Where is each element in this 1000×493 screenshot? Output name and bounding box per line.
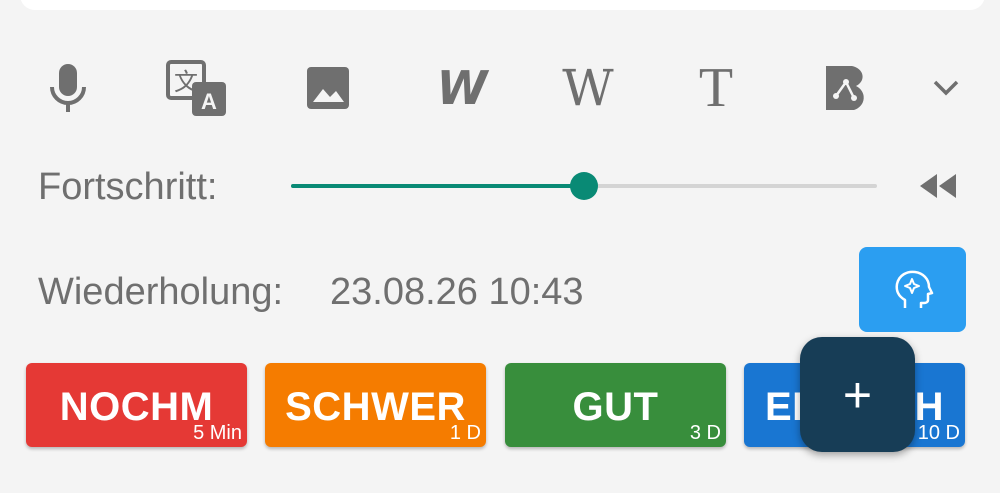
progress-slider-thumb[interactable]: [570, 172, 598, 200]
svg-text:A: A: [201, 89, 217, 114]
add-card-fab[interactable]: +: [800, 337, 915, 452]
wikipedia-glyph: W: [562, 59, 614, 117]
progress-label: Fortschritt:: [38, 166, 218, 208]
microphone-icon[interactable]: [33, 55, 103, 121]
text-glyph: T: [698, 57, 734, 119]
plus-icon: +: [842, 366, 873, 423]
again-interval: 5 Min: [193, 422, 242, 444]
review-label: Wiederholung:: [38, 271, 284, 313]
translate-icon[interactable]: 文 A: [162, 55, 232, 121]
wiki-bold-w-icon[interactable]: W: [425, 55, 495, 121]
image-icon[interactable]: [293, 55, 363, 121]
progress-slider[interactable]: [291, 172, 877, 200]
again-button[interactable]: NOCHM 5 Min: [26, 363, 247, 447]
hard-button[interactable]: SCHWER 1 D: [265, 363, 486, 447]
head-sparkle-icon: [895, 270, 933, 308]
rewind-icon[interactable]: [916, 170, 960, 202]
text-icon[interactable]: T: [681, 55, 751, 121]
toolbar: 文 A W W T: [0, 55, 1000, 125]
good-interval: 3 D: [689, 422, 721, 444]
previous-card: [20, 0, 985, 10]
good-button[interactable]: GUT 3 D: [505, 363, 726, 447]
wiki-bold-w-glyph: W: [436, 61, 488, 115]
ai-assist-button[interactable]: [859, 247, 966, 332]
progress-slider-fill: [291, 184, 584, 188]
beolingus-icon[interactable]: [812, 55, 882, 121]
easy-interval: 10 D: [917, 422, 960, 444]
review-date: 23.08.26 10:43: [330, 271, 584, 313]
chevron-down-icon[interactable]: [911, 55, 981, 121]
wikipedia-icon[interactable]: W: [553, 55, 623, 121]
hard-interval: 1 D: [449, 422, 481, 444]
